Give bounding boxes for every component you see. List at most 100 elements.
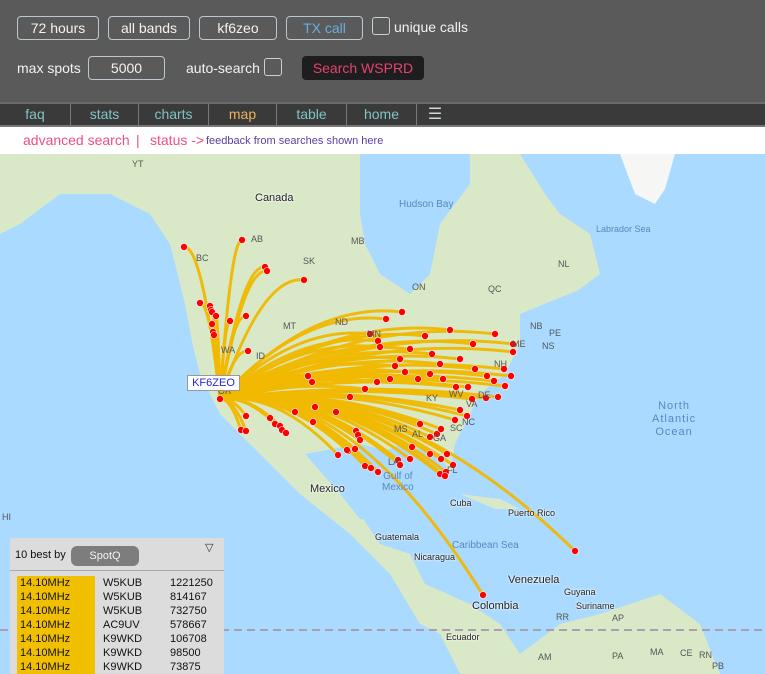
spot-marker[interactable] <box>443 450 451 458</box>
call-mode-toggle[interactable]: TX call <box>286 16 363 40</box>
nav-faq[interactable]: faq <box>0 104 71 125</box>
best-spot-row[interactable]: 14.10MHz W5KUB 732750 <box>17 604 222 618</box>
spot-marker[interactable] <box>421 332 429 340</box>
best-spot-row[interactable]: 14.10MHz K9WKD 73875 <box>17 660 222 674</box>
spot-marker[interactable] <box>238 236 246 244</box>
best-spots-panel: 10 best by SpotQ ▽ 14.10MHz W5KUB 1221250 1… <box>10 538 224 674</box>
spot-marker[interactable] <box>210 331 218 339</box>
nav-stats[interactable]: stats <box>71 104 139 125</box>
spot-marker[interactable] <box>308 378 316 386</box>
best-spot-row[interactable]: 14.10MHz W5KUB 814167 <box>17 590 222 604</box>
best-spot-row[interactable]: 14.10MHz K9WKD 106708 <box>17 632 222 646</box>
spot-marker[interactable] <box>376 343 384 351</box>
hamburger-icon[interactable]: ☰ <box>417 104 453 125</box>
spot-marker[interactable] <box>382 315 390 323</box>
spot-marker[interactable] <box>374 468 382 476</box>
spot-marker[interactable] <box>356 436 364 444</box>
nav-table[interactable]: table <box>277 104 347 125</box>
spot-marker[interactable] <box>367 464 375 472</box>
nav-charts[interactable]: charts <box>139 104 209 125</box>
spot-marker[interactable] <box>426 450 434 458</box>
spot-marker[interactable] <box>479 591 487 599</box>
spot-marker[interactable] <box>471 365 479 373</box>
auto-search-checkbox[interactable] <box>264 58 282 76</box>
spot-marker[interactable] <box>346 393 354 401</box>
nav-map[interactable]: map <box>209 104 277 125</box>
nav-home[interactable]: home <box>347 104 417 125</box>
best-spot-row[interactable]: 14.10MHz W5KUB 1221250 <box>17 576 222 590</box>
spot-marker[interactable] <box>396 355 404 363</box>
spot-marker[interactable] <box>398 308 406 316</box>
band-cell: 14.10MHz <box>17 576 95 590</box>
spot-marker[interactable] <box>373 378 381 386</box>
spot-marker[interactable] <box>437 425 445 433</box>
spot-marker[interactable] <box>436 360 444 368</box>
spot-marker[interactable] <box>437 455 445 463</box>
spot-marker[interactable] <box>490 377 498 385</box>
spot-marker[interactable] <box>406 345 414 353</box>
spot-marker[interactable] <box>300 276 308 284</box>
call-cell: K9WKD <box>103 661 143 673</box>
spot-marker[interactable] <box>439 375 447 383</box>
spot-marker[interactable] <box>180 243 188 251</box>
region-label-la: LA <box>388 457 400 467</box>
advanced-search-link[interactable]: advanced search <box>23 127 130 153</box>
spot-marker[interactable] <box>401 368 409 376</box>
region-label-pb: PB <box>712 661 725 671</box>
hours-select[interactable]: 72 hours <box>17 16 99 40</box>
spot-marker[interactable] <box>428 350 436 358</box>
spot-marker[interactable] <box>456 406 464 414</box>
spot-marker[interactable] <box>414 375 422 383</box>
spot-marker[interactable] <box>494 393 502 401</box>
spot-marker[interactable] <box>226 317 234 325</box>
spot-marker[interactable] <box>416 420 424 428</box>
spot-marker[interactable] <box>446 326 454 334</box>
spot-marker[interactable] <box>242 312 250 320</box>
spot-marker[interactable] <box>242 412 250 420</box>
spot-marker[interactable] <box>501 382 509 390</box>
spot-marker[interactable] <box>408 443 416 451</box>
spot-marker[interactable] <box>266 414 274 422</box>
tx-station-label[interactable]: KF6ZEO <box>187 375 240 391</box>
spot-marker[interactable] <box>469 340 477 348</box>
spot-marker[interactable] <box>456 355 464 363</box>
spot-marker[interactable] <box>361 385 369 393</box>
spot-marker[interactable] <box>509 348 517 356</box>
spot-marker[interactable] <box>406 455 414 463</box>
spot-marker[interactable] <box>304 372 312 380</box>
triangle-down-icon[interactable]: ▽ <box>205 541 213 554</box>
spot-marker[interactable] <box>483 372 491 380</box>
spot-marker[interactable] <box>464 383 472 391</box>
best-spot-row[interactable]: 14.10MHz K9WKD 98500 <box>17 646 222 660</box>
spot-marker[interactable] <box>491 330 499 338</box>
spot-marker[interactable] <box>386 375 394 383</box>
spot-marker[interactable] <box>571 547 579 555</box>
spot-marker[interactable] <box>351 445 359 453</box>
tx-station-marker[interactable] <box>216 395 224 403</box>
spot-marker[interactable] <box>332 408 340 416</box>
spot-marker[interactable] <box>391 362 399 370</box>
spot-marker[interactable] <box>244 347 252 355</box>
callsign-input[interactable]: kf6zeo <box>199 16 277 40</box>
spot-marker[interactable] <box>263 267 271 275</box>
spot-marker[interactable] <box>196 299 204 307</box>
bands-select[interactable]: all bands <box>108 16 190 40</box>
best-spot-row[interactable]: 14.10MHz AC9UV 578667 <box>17 618 222 632</box>
spot-marker[interactable] <box>282 429 290 437</box>
sort-by-button[interactable]: SpotQ <box>71 546 139 566</box>
spot-marker[interactable] <box>343 446 351 454</box>
unique-calls-checkbox[interactable] <box>372 17 390 35</box>
spot-marker[interactable] <box>426 370 434 378</box>
spot-marker[interactable] <box>311 403 319 411</box>
spot-marker[interactable] <box>334 451 342 459</box>
spot-marker[interactable] <box>291 408 299 416</box>
spot-marker[interactable] <box>507 372 515 380</box>
spot-marker[interactable] <box>309 418 317 426</box>
search-wsprd-button[interactable]: Search WSPRD <box>302 56 424 80</box>
status-bar: advanced search | status -> feedback fro… <box>0 127 765 154</box>
spot-marker[interactable] <box>212 312 220 320</box>
spot-marker[interactable] <box>208 320 216 328</box>
band-cell: 14.10MHz <box>17 604 95 618</box>
max-spots-input[interactable]: 5000 <box>88 56 165 80</box>
spot-marker[interactable] <box>242 427 250 435</box>
